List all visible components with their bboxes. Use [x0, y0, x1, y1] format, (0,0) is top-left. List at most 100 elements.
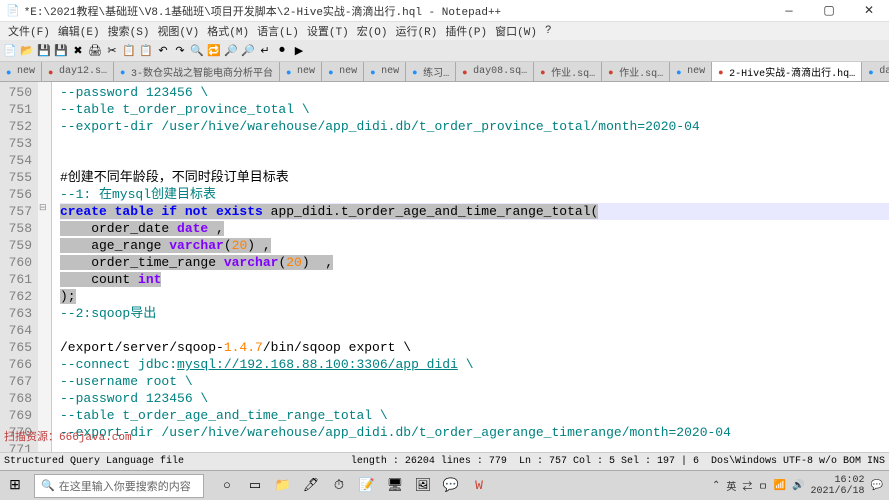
cortana-icon[interactable]: ○ [214, 473, 240, 499]
line-number: 763 [0, 305, 32, 322]
file-tab[interactable]: ●作业.sq… [602, 62, 670, 81]
wrap-icon[interactable]: ↵ [257, 43, 273, 59]
ime-indicator[interactable]: 英 ⇄ ㅁ [726, 478, 767, 494]
code-line [60, 152, 889, 169]
new-file-icon[interactable]: 📄 [2, 43, 18, 59]
replace-icon[interactable]: 🔁 [206, 43, 222, 59]
tab-label: 练习… [423, 64, 449, 80]
start-button[interactable]: ⊞ [0, 471, 30, 501]
file-tab[interactable]: ●new [322, 62, 364, 81]
line-gutter: 7507517527537547557567577587597607617627… [0, 82, 38, 462]
volume-icon[interactable]: 🔊 [792, 480, 804, 492]
notepadpp-icon[interactable]: 📝 [354, 473, 380, 499]
app-icon[interactable]: 🖊 [298, 473, 324, 499]
clock[interactable]: 16:02 2021/6/18 [811, 475, 865, 497]
menu-format[interactable]: 格式(M) [203, 23, 253, 39]
code-line [60, 322, 889, 339]
menu-file[interactable]: 文件(F) [4, 23, 54, 39]
wifi-icon[interactable]: 📶 [774, 480, 786, 492]
line-number: 755 [0, 169, 32, 186]
file-tab[interactable]: ●day08.sq… [456, 62, 534, 81]
save-icon[interactable]: 💾 [36, 43, 52, 59]
line-number: 752 [0, 118, 32, 135]
file-tab[interactable]: ●day12.s… [42, 62, 114, 81]
maximize-button[interactable]: ▢ [809, 0, 849, 22]
menu-search[interactable]: 搜索(S) [104, 23, 154, 39]
modified-dot-icon: ● [718, 68, 726, 76]
menu-settings[interactable]: 设置(T) [303, 23, 353, 39]
zoom-out-icon[interactable]: 🔎 [240, 43, 256, 59]
paste-icon[interactable]: 📋 [138, 43, 154, 59]
menu-edit[interactable]: 编辑(E) [54, 23, 104, 39]
menu-macro[interactable]: 宏(O) [353, 23, 392, 39]
status-encoding: Dos\Windows UTF-8 w/o BOM INS [711, 456, 885, 467]
tab-bar: ●new●day12.s…●3-数仓实战之智能电商分析平台●new●new●ne… [0, 62, 889, 82]
menu-window[interactable]: 窗口(W) [491, 23, 541, 39]
redo-icon[interactable]: ↷ [172, 43, 188, 59]
notifications-icon[interactable]: 💬 [871, 480, 883, 492]
modified-dot-icon: ● [868, 68, 876, 76]
status-position: Ln : 757 Col : 5 Sel : 197 | 6 [519, 456, 699, 467]
tab-label: 3-数仓实战之智能电商分析平台 [131, 64, 273, 80]
taskbar-apps: ○ ▭ 📁 🖊 ⏱ 📝 🖥 🖼 💬 W [214, 473, 492, 499]
status-bar: Structured Query Language file length : … [0, 452, 889, 470]
code-line: --password 123456 \ [60, 85, 208, 100]
file-tab[interactable]: ●3-数仓实战之智能电商分析平台 [114, 62, 280, 81]
line-number: 760 [0, 254, 32, 271]
modified-dot-icon: ● [328, 68, 336, 76]
vm-icon[interactable]: 🖥 [382, 473, 408, 499]
app-icon[interactable]: 💬 [438, 473, 464, 499]
close-file-icon[interactable]: ✖ [70, 43, 86, 59]
undo-icon[interactable]: ↶ [155, 43, 171, 59]
line-number: 751 [0, 101, 32, 118]
fold-minus-icon[interactable]: ⊟ [39, 203, 47, 213]
app-icon[interactable]: 🖼 [410, 473, 436, 499]
file-tab[interactable]: ●new [280, 62, 322, 81]
copy-icon[interactable]: 📋 [121, 43, 137, 59]
app-icon[interactable]: ⏱ [326, 473, 352, 499]
file-tab[interactable]: ●new [670, 62, 712, 81]
file-tab[interactable]: ●练习… [406, 62, 456, 81]
modified-dot-icon: ● [286, 68, 294, 76]
app-icon: 📄 [6, 4, 20, 18]
taskbar-search[interactable]: 🔍 在这里输入你要搜索的内容 [34, 474, 204, 498]
toolbar: 📄 📂 💾 💾 ✖ 🖨 ✂ 📋 📋 ↶ ↷ 🔍 🔁 🔎 🔎 ↵ ⏺ ▶ [0, 40, 889, 62]
play-icon[interactable]: ▶ [291, 43, 307, 59]
wps-icon[interactable]: W [466, 473, 492, 499]
file-tab[interactable]: ●作业.sq… [534, 62, 602, 81]
title-text: *E:\2021教程\基础班\V8.1基础班\项目开发脚本\2-Hive实战-滴… [24, 3, 501, 19]
search-icon: 🔍 [41, 479, 55, 493]
explorer-icon[interactable]: 📁 [270, 473, 296, 499]
open-file-icon[interactable]: 📂 [19, 43, 35, 59]
menu-run[interactable]: 运行(R) [392, 23, 442, 39]
close-button[interactable]: ✕ [849, 0, 889, 22]
file-tab[interactable]: ●new [0, 62, 42, 81]
file-tab[interactable]: ●day11.sq… [862, 62, 889, 81]
menu-help[interactable]: ? [541, 25, 556, 37]
taskview-icon[interactable]: ▭ [242, 473, 268, 499]
save-all-icon[interactable]: 💾 [53, 43, 69, 59]
zoom-in-icon[interactable]: 🔎 [223, 43, 239, 59]
status-filetype: Structured Query Language file [4, 456, 184, 467]
menu-language[interactable]: 语言(L) [253, 23, 303, 39]
tray-icon[interactable]: ⌃ [712, 480, 720, 492]
tab-label: 2-Hive实战-滴滴出行.hq… [729, 64, 855, 80]
record-icon[interactable]: ⏺ [274, 43, 290, 59]
taskbar: ⊞ 🔍 在这里输入你要搜索的内容 ○ ▭ 📁 🖊 ⏱ 📝 🖥 🖼 💬 W ⌃ 英… [0, 470, 889, 500]
modified-dot-icon: ● [540, 68, 548, 76]
line-number: 769 [0, 407, 32, 424]
line-number: 750 [0, 84, 32, 101]
search-placeholder: 在这里输入你要搜索的内容 [59, 478, 191, 494]
modified-dot-icon: ● [120, 68, 128, 76]
file-tab[interactable]: ●new [364, 62, 406, 81]
file-tab[interactable]: ●2-Hive实战-滴滴出行.hq… [712, 62, 862, 81]
print-icon[interactable]: 🖨 [87, 43, 103, 59]
menu-plugins[interactable]: 插件(P) [441, 23, 491, 39]
code-line: --2:sqoop导出 [60, 306, 156, 321]
code-area[interactable]: --password 123456 \ --table t_order_prov… [52, 82, 889, 462]
menu-view[interactable]: 视图(V) [153, 23, 203, 39]
line-number: 758 [0, 220, 32, 237]
minimize-button[interactable]: — [769, 0, 809, 22]
cut-icon[interactable]: ✂ [104, 43, 120, 59]
find-icon[interactable]: 🔍 [189, 43, 205, 59]
